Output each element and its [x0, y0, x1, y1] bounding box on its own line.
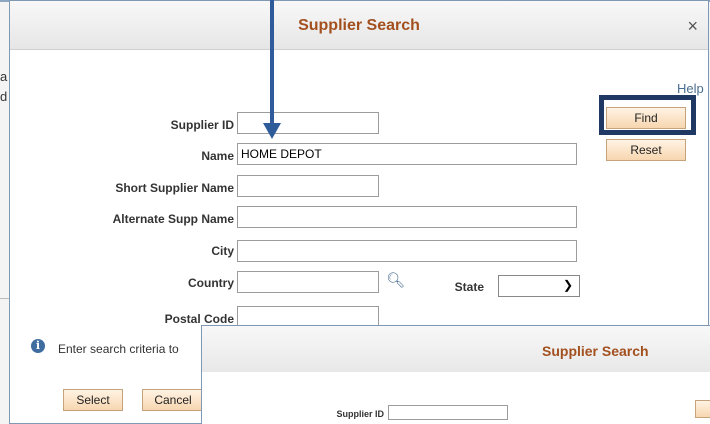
inset-supplier-id-label: Supplier ID: [336, 409, 384, 419]
background-text-fragment: a: [0, 69, 8, 84]
info-icon: i: [31, 339, 45, 353]
alternate-supp-name-label: Alternate Supp Name: [112, 212, 234, 226]
inset-supplier-search-preview: Supplier Search Supplier ID: [201, 325, 710, 424]
state-select[interactable]: ❯: [498, 275, 580, 297]
chevron-down-icon: ❯: [562, 278, 573, 292]
background-text-fragment: d: [0, 89, 8, 104]
short-supplier-name-input[interactable]: [237, 175, 379, 197]
city-input[interactable]: [237, 240, 577, 262]
city-label: City: [211, 244, 234, 258]
name-input[interactable]: [237, 143, 577, 165]
inset-title: Supplier Search: [542, 343, 649, 359]
alternate-supp-name-input[interactable]: [237, 206, 577, 228]
cancel-button[interactable]: Cancel: [142, 389, 204, 411]
state-label: State: [454, 280, 484, 294]
info-message: Enter search criteria to: [58, 342, 179, 356]
select-button[interactable]: Select: [63, 389, 123, 411]
supplier-id-label: Supplier ID: [170, 118, 234, 132]
postal-code-label: Postal Code: [164, 312, 234, 326]
close-icon[interactable]: ×: [687, 16, 698, 37]
short-supplier-name-label: Short Supplier Name: [115, 181, 234, 195]
dialog-title: Supplier Search: [298, 17, 420, 34]
reset-button[interactable]: Reset: [606, 139, 686, 161]
country-label: Country: [188, 276, 234, 290]
inset-header: Supplier Search: [202, 326, 710, 372]
inset-supplier-id-input: [388, 405, 508, 420]
callout-arrow-head: [263, 123, 281, 139]
help-link[interactable]: Help: [677, 81, 704, 96]
dialog-header: Supplier Search ×: [10, 1, 708, 50]
find-button[interactable]: Find: [606, 107, 686, 129]
callout-arrow-shaft: [270, 0, 274, 124]
inset-button-fragment: [695, 400, 710, 418]
supplier-id-input[interactable]: [237, 112, 379, 134]
name-label: Name: [201, 149, 234, 163]
